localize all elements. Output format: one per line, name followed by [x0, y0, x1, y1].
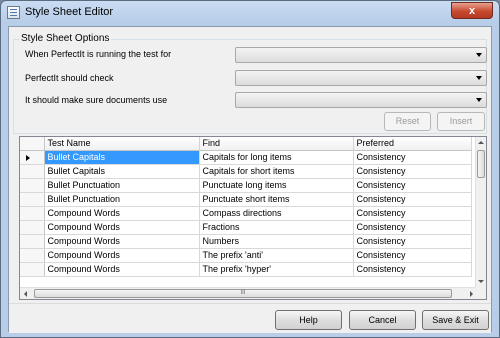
column-header-test-name[interactable]: Test Name — [44, 137, 200, 151]
row-header[interactable] — [20, 178, 45, 193]
cell-find[interactable]: The prefix 'hyper' — [199, 262, 354, 277]
cell-preferred[interactable]: Consistency — [353, 206, 472, 221]
vertical-scrollbar[interactable] — [475, 137, 486, 287]
cell-preferred[interactable]: Consistency — [353, 178, 472, 193]
cell-preferred[interactable]: Consistency — [353, 248, 472, 263]
app-icon — [7, 6, 20, 19]
cell-preferred[interactable]: Consistency — [353, 164, 472, 179]
table-row[interactable]: Bullet Punctuation Punctuate long items … — [20, 178, 472, 193]
table-row[interactable]: Compound Words Fractions Consistency — [20, 220, 472, 235]
row-header-corner — [20, 137, 45, 151]
reset-button[interactable]: Reset — [384, 112, 431, 131]
option-label-should-check: PerfectIt should check — [25, 73, 114, 83]
row-header[interactable] — [20, 248, 45, 263]
cell-preferred[interactable]: Consistency — [353, 262, 472, 277]
chevron-down-icon — [476, 53, 482, 57]
window-title: Style Sheet Editor — [25, 6, 114, 18]
table-row[interactable]: Bullet Capitals Capitals for short items… — [20, 164, 472, 179]
rules-grid[interactable]: Test Name Find Preferred Bullet Capitals… — [19, 136, 487, 300]
title-bar[interactable]: Style Sheet Editor x — [1, 1, 499, 25]
options-group-title: Style Sheet Options — [19, 33, 112, 44]
table-row[interactable]: Bullet Punctuation Punctuate short items… — [20, 192, 472, 207]
cell-test-name[interactable]: Bullet Capitals — [44, 164, 200, 179]
table-row[interactable]: Compound Words Numbers Consistency — [20, 234, 472, 249]
should-check-dropdown[interactable] — [235, 70, 487, 86]
cell-find[interactable]: Capitals for short items — [199, 164, 354, 179]
option-label-running-test-for: When PerfectIt is running the test for — [25, 49, 172, 59]
documents-use-dropdown[interactable] — [235, 92, 487, 108]
cell-test-name[interactable]: Bullet Punctuation — [44, 192, 200, 207]
table-row[interactable]: Compound Words Compass directions Consis… — [20, 206, 472, 221]
row-header[interactable] — [20, 220, 45, 235]
cell-preferred[interactable]: Consistency — [353, 220, 472, 235]
column-header-find[interactable]: Find — [199, 137, 354, 151]
help-button[interactable]: Help — [275, 310, 342, 330]
row-pointer-icon — [26, 154, 30, 161]
close-button[interactable]: x — [451, 2, 493, 19]
scrollbar-corner — [475, 287, 486, 299]
running-test-for-dropdown[interactable] — [235, 47, 487, 63]
cell-find[interactable]: Compass directions — [199, 206, 354, 221]
cell-find[interactable]: Capitals for long items — [199, 150, 354, 165]
table-row[interactable]: Compound Words The prefix 'anti' Consist… — [20, 248, 472, 263]
table-row[interactable]: Compound Words The prefix 'hyper' Consis… — [20, 262, 472, 277]
row-header[interactable] — [20, 206, 45, 221]
cell-test-name[interactable]: Bullet Capitals — [44, 150, 200, 165]
cell-test-name[interactable]: Compound Words — [44, 206, 200, 221]
cell-test-name[interactable]: Compound Words — [44, 262, 200, 277]
cell-preferred[interactable]: Consistency — [353, 234, 472, 249]
cell-test-name[interactable]: Compound Words — [44, 234, 200, 249]
horizontal-scroll-thumb[interactable]: III — [34, 289, 452, 298]
cell-find[interactable]: Punctuate short items — [199, 192, 354, 207]
chevron-down-icon — [476, 76, 482, 80]
rules-table: Test Name Find Preferred Bullet Capitals… — [20, 137, 472, 277]
chevron-down-icon — [476, 98, 482, 102]
cell-test-name[interactable]: Compound Words — [44, 220, 200, 235]
insert-button[interactable]: Insert — [437, 112, 485, 131]
close-icon: x — [468, 5, 476, 17]
table-row[interactable]: Bullet Capitals Capitals for long items … — [20, 150, 472, 165]
scroll-right-icon[interactable] — [470, 291, 473, 297]
scroll-left-icon[interactable] — [24, 291, 27, 297]
row-header[interactable] — [20, 262, 45, 277]
cell-find[interactable]: The prefix 'anti' — [199, 248, 354, 263]
scroll-down-icon[interactable] — [478, 280, 484, 283]
cell-find[interactable]: Fractions — [199, 220, 354, 235]
dialog-body: Style Sheet Options When PerfectIt is ru… — [8, 26, 492, 333]
row-header[interactable] — [20, 164, 45, 179]
cell-preferred[interactable]: Consistency — [353, 192, 472, 207]
horizontal-scrollbar[interactable]: III — [20, 287, 477, 299]
row-header[interactable] — [20, 150, 45, 165]
vertical-scroll-thumb[interactable] — [477, 150, 485, 178]
style-sheet-editor-window: Style Sheet Editor x Style Sheet Options… — [0, 0, 500, 338]
option-label-documents-use: It should make sure documents use — [25, 95, 168, 105]
cell-preferred[interactable]: Consistency — [353, 150, 472, 165]
button-bar: Help Cancel Save & Exit — [9, 303, 491, 333]
scroll-up-icon[interactable] — [478, 141, 484, 144]
cell-test-name[interactable]: Compound Words — [44, 248, 200, 263]
cell-find[interactable]: Punctuate long items — [199, 178, 354, 193]
cell-find[interactable]: Numbers — [199, 234, 354, 249]
row-header[interactable] — [20, 234, 45, 249]
cancel-button[interactable]: Cancel — [349, 310, 416, 330]
row-header[interactable] — [20, 192, 45, 207]
cell-test-name[interactable]: Bullet Punctuation — [44, 178, 200, 193]
table-header-row: Test Name Find Preferred — [20, 137, 472, 151]
column-header-preferred[interactable]: Preferred — [353, 137, 472, 151]
save-exit-button[interactable]: Save & Exit — [422, 310, 489, 330]
